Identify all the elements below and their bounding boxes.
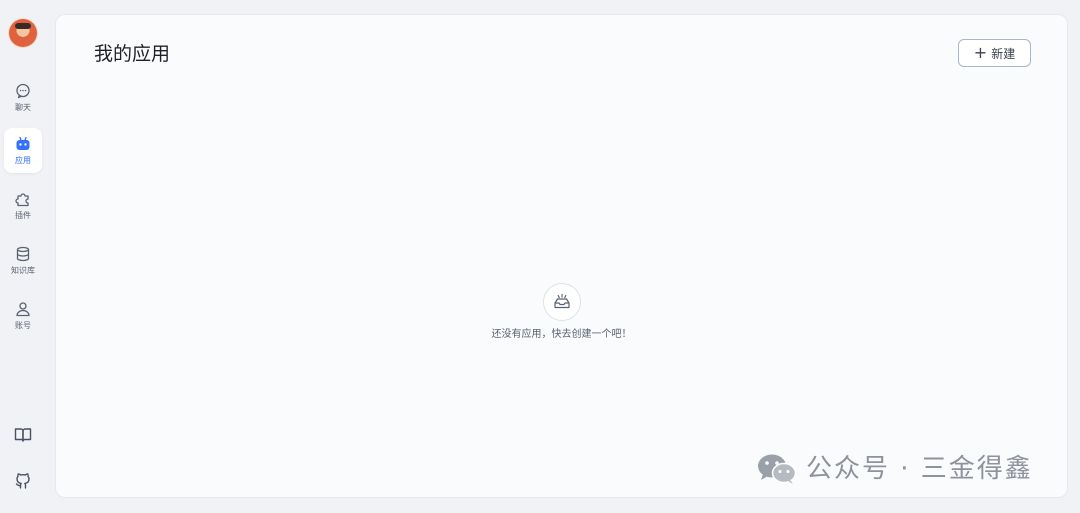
page-title: 我的应用 <box>94 43 171 65</box>
empty-state: 还没有应用，快去创建一个吧！ <box>56 283 1067 342</box>
chat-bubble-icon <box>16 83 30 99</box>
sidebar-item-label: 知识库 <box>11 266 35 275</box>
sidebar-item-label: 账号 <box>15 321 31 330</box>
empty-state-message: 还没有应用，快去创建一个吧！ <box>491 329 632 340</box>
watermark-text: 公众号 · 三金得鑫 <box>806 454 1033 484</box>
new-app-button[interactable]: + 新建 <box>958 39 1031 67</box>
plus-icon: + <box>973 43 988 62</box>
user-icon <box>16 302 30 317</box>
database-icon <box>16 246 30 262</box>
docs-button[interactable] <box>12 424 34 446</box>
sidebar-item-plugins[interactable]: 插件 <box>4 183 42 228</box>
empty-box-icon <box>542 283 581 321</box>
sidebar-item-label: 插件 <box>15 211 31 220</box>
sidebar-item-knowledge-base[interactable]: 知识库 <box>4 238 42 283</box>
new-app-button-label: 新建 <box>991 46 1016 61</box>
robot-icon <box>16 136 30 150</box>
sidebar-item-label: 应用 <box>15 156 31 165</box>
app-root: 聊天 应用 插件 知识库 账号 我的应用 + 新建 还没有应用，快去创建一个吧！… <box>0 0 1080 513</box>
sidebar: 聊天 应用 插件 知识库 账号 <box>0 0 46 513</box>
wechat-icon <box>758 454 797 484</box>
github-button[interactable] <box>12 470 34 492</box>
main-panel: 我的应用 + 新建 还没有应用，快去创建一个吧！ <box>55 14 1068 498</box>
sidebar-item-chat[interactable]: 聊天 <box>4 75 42 120</box>
avatar[interactable] <box>9 19 37 47</box>
sidebar-item-account[interactable]: 账号 <box>4 293 42 338</box>
sidebar-item-apps[interactable]: 应用 <box>4 128 42 173</box>
puzzle-icon <box>15 193 29 207</box>
github-icon <box>15 473 30 489</box>
sidebar-item-label: 聊天 <box>15 103 31 112</box>
book-icon <box>14 428 32 442</box>
watermark: 公众号 · 三金得鑫 <box>756 451 1033 487</box>
